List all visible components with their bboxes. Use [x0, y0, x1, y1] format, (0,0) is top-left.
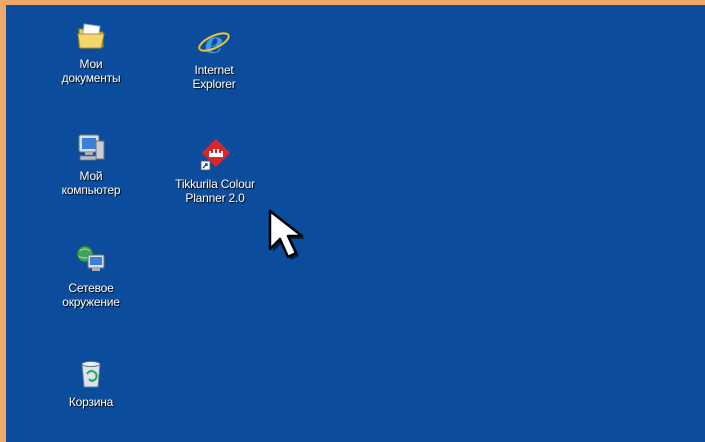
desktop-icon-label: Internet Explorer	[192, 63, 236, 91]
desktop-icon-tikkurila[interactable]: Tikkurila Colour Planner 2.0	[160, 139, 270, 205]
desktop-icon-network[interactable]: Сетевое окружение	[43, 243, 139, 309]
desktop-icon-label: Tikkurila Colour Planner 2.0	[175, 177, 255, 205]
desktop-icon-my-computer[interactable]: Мой компьютер	[43, 131, 139, 197]
desktop-icon-recycle-bin[interactable]: Корзина	[43, 357, 139, 409]
desktop-icon-label: Мой компьютер	[61, 169, 121, 197]
desktop-icon-label: Корзина	[68, 395, 114, 409]
recycle-bin-icon	[81, 361, 101, 388]
network-icon	[76, 245, 105, 271]
internet-explorer-icon: e	[198, 26, 230, 59]
desktop-icon-my-documents[interactable]: Мои документы	[43, 19, 139, 85]
svg-text:e: e	[204, 26, 223, 59]
folder-documents-icon	[77, 23, 105, 49]
desktop[interactable]: Мои документы e Internet Explorer Tikkur…	[6, 5, 705, 442]
desktop-icon-label: Мои документы	[61, 57, 121, 85]
computer-icon	[78, 134, 105, 161]
arrow-cursor-icon	[268, 209, 305, 260]
tikkurila-shortcut-icon	[200, 139, 231, 171]
desktop-icon-internet-explorer[interactable]: e Internet Explorer	[166, 25, 262, 91]
desktop-icon-label: Сетевое окружение	[62, 281, 120, 309]
